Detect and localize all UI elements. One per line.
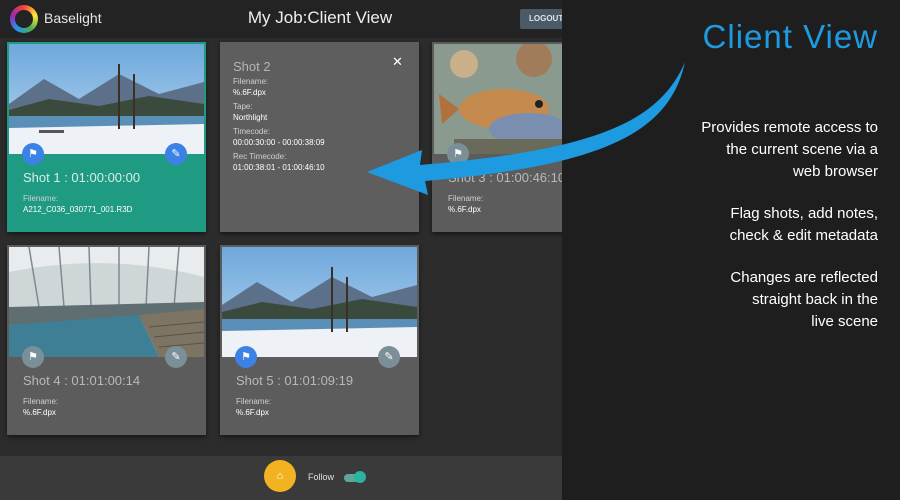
panel-title: Client View — [702, 18, 878, 55]
detail-field-label: Filename: — [233, 77, 269, 86]
panel-paragraph: Flag shots, add notes, check & edit meta… — [729, 205, 878, 244]
filename-label: Filename: — [23, 397, 59, 406]
filename-label: Filename: — [236, 397, 272, 406]
pencil-icon: ✎ — [384, 351, 394, 363]
shot-thumbnail — [9, 44, 204, 154]
flag-button[interactable]: ⚑ — [235, 346, 257, 368]
filename-value: %.6F.dpx — [448, 205, 481, 214]
detail-field-value: 00:00:30:00 - 00:00:38:09 — [233, 138, 325, 147]
shot-title: Shot 1 : 01:00:00:00 — [23, 170, 141, 185]
shot-thumbnail — [222, 247, 417, 357]
flag-icon: ⚑ — [241, 351, 251, 363]
shot-title: Shot 5 : 01:01:09:19 — [236, 373, 354, 388]
shot-card[interactable]: ⚑ Shot 3 : 01:00:46:10 Filename: %.6F.dp… — [432, 42, 562, 232]
shot-detail-card[interactable]: Shot 2 ✕ Filename: %.6F.dpx Tape: Northl… — [220, 42, 419, 232]
home-icon: ⌂ — [276, 470, 284, 482]
brand-name: Baselight — [44, 10, 102, 26]
detail-field-label: Timecode: — [233, 127, 271, 136]
shot-thumbnail — [9, 247, 204, 357]
shot-card[interactable]: ⚑ ✎ Shot 4 : 01:01:00:14 Filename: %.6F.… — [7, 245, 206, 435]
flag-button[interactable]: ⚑ — [447, 143, 469, 165]
flag-icon: ⚑ — [453, 148, 463, 160]
detail-field-label: Rec Timecode: — [233, 152, 287, 161]
filename-label: Filename: — [23, 194, 59, 203]
footer-bar: ⌂ Follow — [0, 456, 562, 500]
client-view-app: Baselight My Job:Client View LOGOUT ⚑ ✎ … — [0, 0, 562, 500]
logout-button[interactable]: LOGOUT — [520, 9, 562, 29]
baselight-logo — [10, 5, 38, 33]
detail-field-value: 01:00:38:01 - 01:00:46:10 — [233, 163, 325, 172]
flag-icon: ⚑ — [28, 351, 38, 363]
flag-icon: ⚑ — [28, 148, 38, 160]
flag-button[interactable]: ⚑ — [22, 346, 44, 368]
follow-toggle-knob[interactable] — [354, 471, 366, 483]
shot-title: Shot 3 : 01:00:46:10 — [448, 170, 562, 185]
detail-field-value: %.6F.dpx — [233, 88, 266, 97]
pencil-icon: ✎ — [171, 148, 181, 160]
shot-card[interactable]: ⚑ ✎ Shot 5 : 01:01:09:19 Filename: %.6F.… — [220, 245, 419, 435]
flag-button[interactable]: ⚑ — [22, 143, 44, 165]
detail-field-value: Northlight — [233, 113, 268, 122]
shot-card[interactable]: ⚑ ✎ Shot 1 : 01:00:00:00 Filename: A212_… — [7, 42, 206, 232]
close-icon[interactable]: ✕ — [392, 54, 403, 70]
filename-value: %.6F.dpx — [236, 408, 269, 417]
filename-value: %.6F.dpx — [23, 408, 56, 417]
panel-paragraph: Provides remote access to the current sc… — [701, 119, 878, 180]
info-panel: Client View Provides remote access to th… — [562, 0, 900, 500]
top-bar: Baselight My Job:Client View LOGOUT — [0, 0, 562, 38]
home-button[interactable]: ⌂ — [264, 460, 296, 492]
edit-button[interactable]: ✎ — [165, 143, 187, 165]
shot-thumbnail — [434, 44, 562, 154]
pencil-icon: ✎ — [171, 351, 181, 363]
follow-label: Follow — [308, 472, 335, 482]
detail-field-label: Tape: — [233, 102, 253, 111]
filename-label: Filename: — [448, 194, 484, 203]
page-title: My Job:Client View — [247, 8, 393, 27]
edit-button[interactable]: ✎ — [378, 346, 400, 368]
panel-paragraph: Changes are reflected straight back in t… — [730, 269, 878, 330]
shot-title: Shot 4 : 01:01:00:14 — [23, 373, 141, 388]
edit-button[interactable]: ✎ — [165, 346, 187, 368]
detail-title: Shot 2 — [233, 59, 271, 74]
filename-value: A212_C036_030771_001.R3D — [23, 205, 133, 214]
